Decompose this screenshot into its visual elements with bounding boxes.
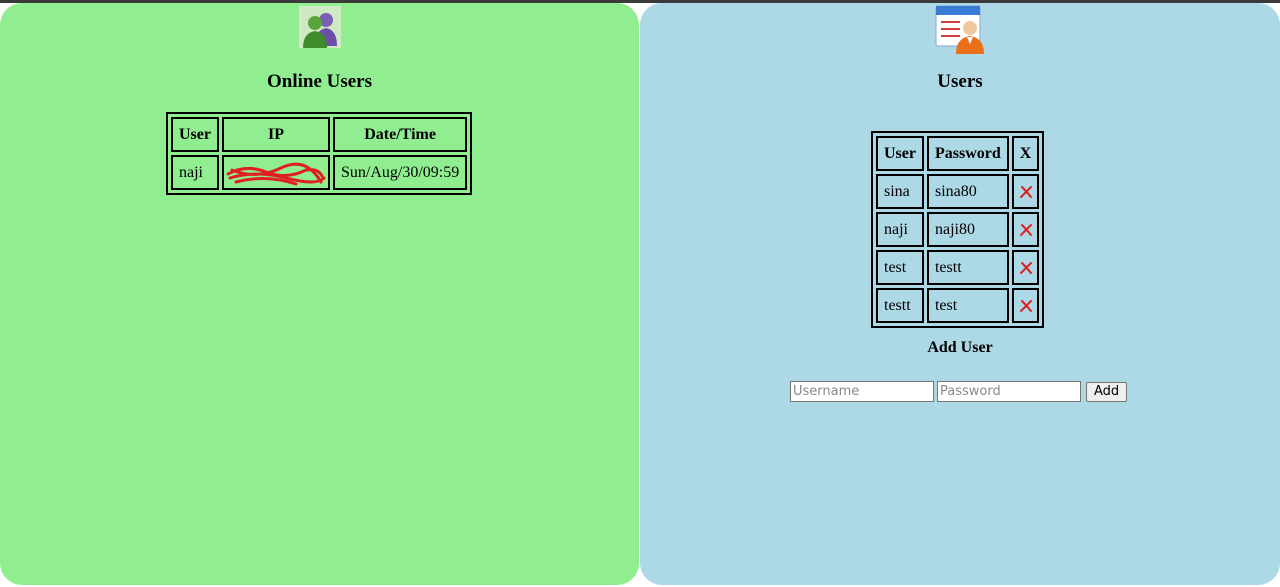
- user-cell: test: [876, 250, 924, 285]
- delete-x-icon[interactable]: [1019, 261, 1033, 275]
- table-row: test testt: [876, 250, 1040, 285]
- redaction-scribble-icon: [226, 162, 326, 185]
- user-cell: testt: [876, 288, 924, 323]
- delete-cell: [1011, 212, 1040, 247]
- table-row: testt test: [876, 288, 1040, 323]
- column-header-password: Password: [926, 136, 1009, 171]
- password-cell: test: [926, 288, 1009, 323]
- delete-cell: [1011, 174, 1040, 209]
- password-cell: testt: [926, 250, 1009, 285]
- online-users-icon: [298, 6, 341, 48]
- redaction-scribble: 000.000.0.71: [226, 162, 326, 185]
- column-header-user: User: [171, 117, 219, 152]
- password-cell: sina80: [926, 174, 1009, 209]
- add-user-title: Add User: [927, 339, 993, 356]
- users-table: User Password X sina sina80 naji naji80: [871, 131, 1045, 328]
- online-users-title: Online Users: [266, 71, 373, 92]
- password-cell: naji80: [926, 212, 1009, 247]
- online-ip-cell: 000.000.0.71: [221, 155, 330, 190]
- table-header-row: User Password X: [876, 136, 1040, 171]
- delete-cell: [1011, 288, 1040, 323]
- online-users-panel: Online Users User IP Date/Time naji 000.…: [0, 3, 639, 585]
- username-input[interactable]: [790, 381, 934, 402]
- online-users-table: User IP Date/Time naji 000.000.0.71 Sun/…: [166, 112, 473, 195]
- user-cell: naji: [876, 212, 924, 247]
- password-input[interactable]: [937, 381, 1081, 402]
- column-header-datetime: Date/Time: [332, 117, 468, 152]
- table-row: naji 000.000.0.71 Sun/Aug/30/09:59: [171, 155, 468, 190]
- delete-cell: [1011, 250, 1040, 285]
- column-header-ip: IP: [221, 117, 330, 152]
- delete-x-icon[interactable]: [1019, 299, 1033, 313]
- table-row: sina sina80: [876, 174, 1040, 209]
- table-row: naji naji80: [876, 212, 1040, 247]
- online-user-cell: naji: [171, 155, 219, 190]
- add-user-button[interactable]: Add: [1086, 381, 1128, 402]
- column-header-delete: X: [1011, 136, 1040, 171]
- column-header-user: User: [876, 136, 924, 171]
- online-datetime-cell: Sun/Aug/30/09:59: [332, 155, 468, 190]
- add-user-form: Add: [790, 381, 1128, 402]
- users-panel: Users User Password X sina sina80 naji n…: [640, 3, 1280, 585]
- delete-x-icon[interactable]: [1019, 185, 1033, 199]
- table-header-row: User IP Date/Time: [171, 117, 468, 152]
- users-title: Users: [937, 71, 983, 92]
- delete-x-icon[interactable]: [1019, 223, 1033, 237]
- user-contact-card-icon: [934, 4, 986, 54]
- user-cell: sina: [876, 174, 924, 209]
